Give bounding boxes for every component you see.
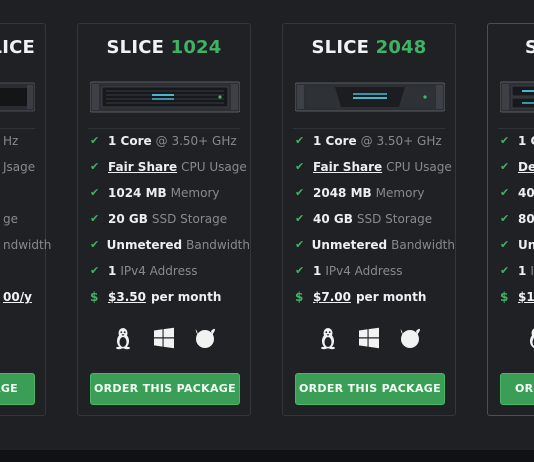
check-icon: ✔	[90, 264, 100, 277]
feature-item: ✔ Unmetered Bandwidth	[295, 238, 455, 252]
dollar-icon: $	[295, 290, 304, 304]
feature-list: ✔1 C ✔De ✔40 ✔80 ✔Un ✔1IP $ $15	[500, 133, 534, 315]
os-icons	[78, 325, 250, 351]
feature-item: ✔ 40	[500, 186, 534, 200]
feature-item: ✔ Un	[500, 238, 534, 252]
check-icon: ✔	[90, 212, 100, 225]
check-icon: ✔	[500, 186, 510, 199]
feature-item: ✔ Unmetered Bandwidth	[90, 238, 250, 252]
divider	[88, 128, 240, 129]
check-icon: ✔	[295, 160, 305, 173]
server-rack-image	[90, 81, 240, 113]
check-icon: ✔	[295, 186, 305, 199]
price-row: $ $3.50 per month	[90, 290, 222, 304]
feature-item: ✔1 C	[500, 134, 534, 148]
check-icon: ✔	[500, 212, 510, 225]
check-icon: ✔	[295, 264, 305, 277]
feature-item: ✔ Fair Share CPU Usage	[295, 160, 452, 174]
price-value: 00/y	[3, 290, 32, 304]
price-value: $7.00	[313, 290, 351, 304]
feature-item: ✔ 80	[500, 212, 534, 226]
check-icon: ✔	[90, 186, 100, 199]
check-icon: ✔	[90, 160, 100, 173]
check-icon: ✔	[500, 264, 510, 277]
plan-card-slice-1024: SLICE 1024 ✔ 1 Core @ 3.50+ GHz ✔ Fair Shar…	[77, 23, 251, 416]
freebsd-icon	[398, 326, 422, 350]
pricing-viewport: SLICE Hz Jsage ge ndwidth 00/y AGE SLICE…	[0, 0, 534, 450]
check-icon: ✔	[500, 134, 510, 147]
price-value: $3.50	[108, 290, 146, 304]
feature-item: ✔ 20 GB SSD Storage	[90, 212, 228, 226]
order-package-button[interactable]: AGE	[0, 373, 35, 405]
order-package-button[interactable]: ORDER THIS PACKAGE	[90, 373, 240, 405]
check-icon: ✔	[500, 238, 510, 251]
feature-list: ✔ 1 Core @ 3.50+ GHz ✔ Fair Share CPU Usage …	[295, 133, 455, 315]
plan-title: SLICE	[0, 37, 35, 58]
feature-item: ✔ 1024 MB Memory	[90, 186, 220, 200]
feature-item: ✔ 1 Core @ 3.50+ GHz	[295, 134, 442, 148]
feature-item: ✔ 2048 MB Memory	[295, 186, 425, 200]
divider	[293, 128, 445, 129]
feature-item: ✔ 40 GB SSD Storage	[295, 212, 433, 226]
divider	[498, 128, 534, 129]
check-icon: ✔	[500, 160, 510, 173]
plan-card-slice-2048: SLICE 2048 ✔ 1 Core @ 3.50+ GHz ✔ Fair Shar…	[282, 23, 456, 416]
plan-card-right-partial: S ✔1 C ✔De ✔40 ✔80 ✔Un ✔1IP $ $15	[487, 23, 534, 416]
linux-tux-icon	[316, 326, 340, 350]
freebsd-icon	[193, 326, 217, 350]
linux-tux-icon	[524, 326, 534, 350]
check-icon: ✔	[295, 238, 305, 251]
windows-icon	[357, 326, 381, 350]
os-icons	[488, 325, 534, 351]
feature-item: ✔ De	[500, 160, 534, 174]
server-rack-image	[500, 81, 534, 113]
dollar-icon: $	[500, 290, 509, 304]
price-row: $ $7.00 per month	[295, 290, 427, 304]
footer-bar	[0, 450, 534, 462]
feature-item: ✔1IP	[500, 264, 534, 278]
feature-item: ✔ Fair Share CPU Usage	[90, 160, 247, 174]
feature-item: ✔ 1 IPv4 Address	[90, 264, 198, 278]
windows-icon	[152, 326, 176, 350]
plan-title: SLICE 2048	[311, 37, 427, 58]
plan-title: S	[525, 37, 534, 58]
linux-tux-icon	[111, 326, 135, 350]
check-icon: ✔	[90, 238, 100, 251]
check-icon: ✔	[90, 134, 100, 147]
feature-item: ✔ 1 IPv4 Address	[295, 264, 403, 278]
os-icons	[283, 325, 455, 351]
order-package-button[interactable]: ORD	[500, 373, 534, 405]
divider	[0, 128, 35, 129]
check-icon: ✔	[295, 212, 305, 225]
dollar-icon: $	[90, 290, 99, 304]
server-rack-image	[0, 81, 35, 113]
price-row: $ $15	[500, 289, 534, 315]
server-rack-image	[295, 81, 445, 113]
plan-title: SLICE 1024	[106, 37, 222, 58]
feature-list: ✔ 1 Core @ 3.50+ GHz ✔ Fair Share CPU Usage …	[90, 133, 250, 315]
check-icon: ✔	[295, 134, 305, 147]
price-value: $15	[518, 290, 534, 304]
plan-card-left-partial: SLICE Hz Jsage ge ndwidth 00/y AGE	[0, 23, 51, 416]
order-package-button[interactable]: ORDER THIS PACKAGE	[295, 373, 445, 405]
feature-item: ✔ 1 Core @ 3.50+ GHz	[90, 134, 237, 148]
